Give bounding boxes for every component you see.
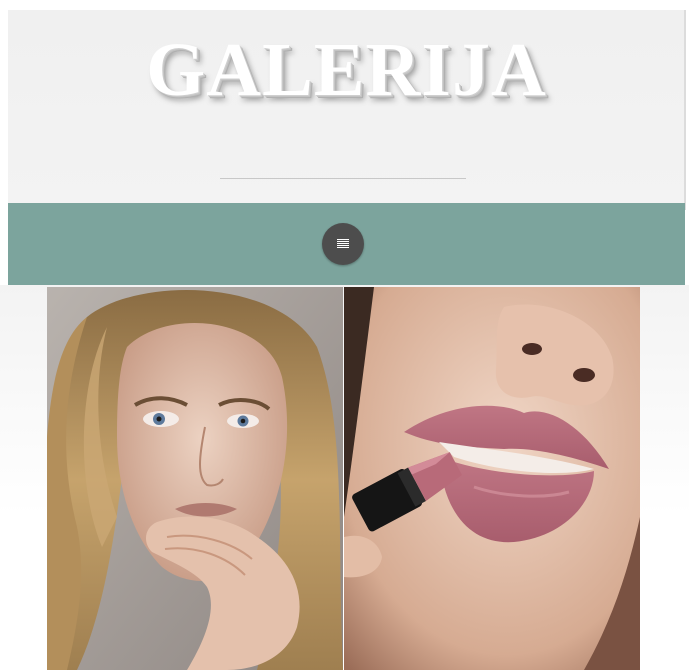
hamburger-menu-icon bbox=[337, 239, 349, 248]
navigation-bar bbox=[8, 203, 685, 285]
gallery-photo-lipstick[interactable] bbox=[344, 287, 640, 670]
site-header: GALERIJA bbox=[8, 10, 685, 203]
gallery-photo-portrait[interactable] bbox=[47, 287, 343, 670]
page-title: GALERIJA bbox=[146, 28, 547, 112]
header-edge bbox=[684, 10, 686, 210]
header-divider bbox=[220, 178, 466, 179]
menu-toggle-button[interactable] bbox=[322, 223, 364, 265]
